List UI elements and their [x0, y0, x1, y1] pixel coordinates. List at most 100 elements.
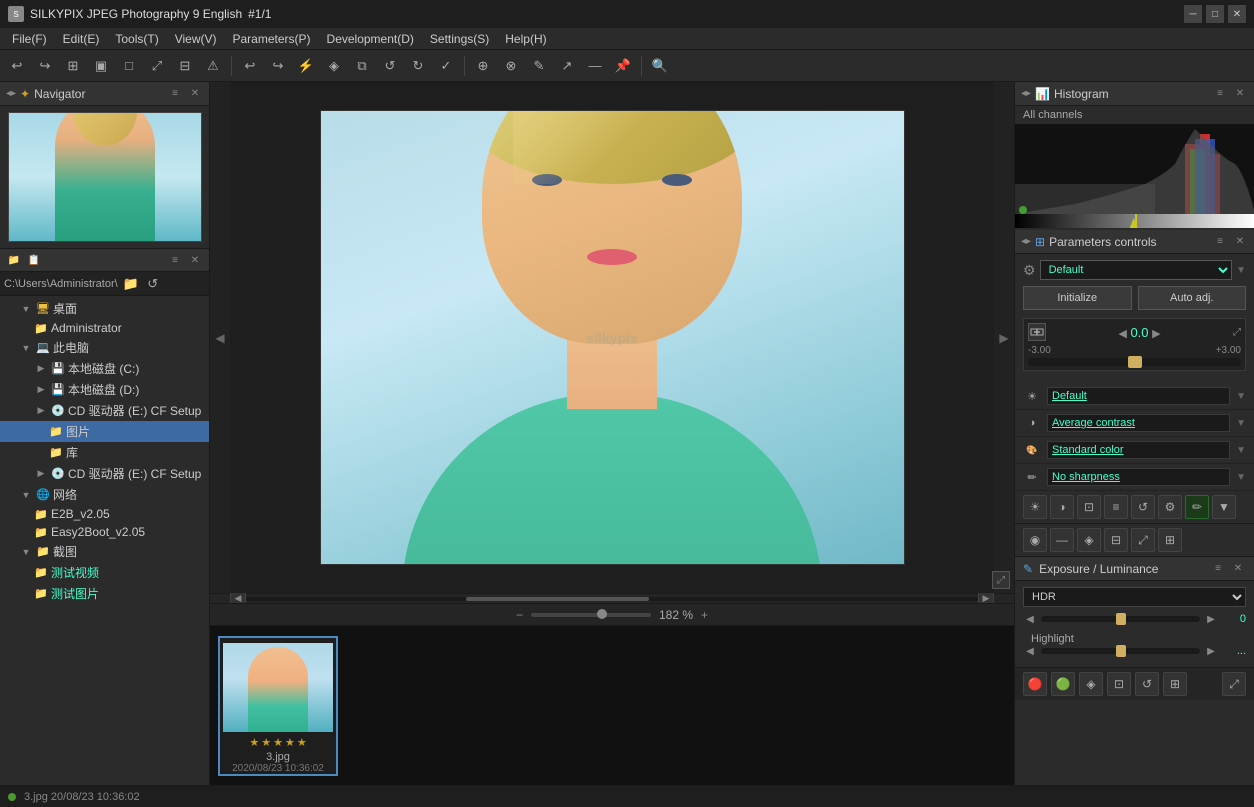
histogram-gradient-slider[interactable] — [1015, 214, 1254, 228]
toolbar-single[interactable]: ▣ — [88, 53, 114, 79]
path-refresh-btn[interactable]: ↺ — [144, 275, 162, 293]
hist-slider-marker[interactable] — [1130, 218, 1138, 228]
tool-btn-9[interactable]: ◉ — [1023, 528, 1047, 552]
toolbar-search[interactable]: 🔍 — [647, 53, 673, 79]
sharpness-select[interactable]: No sharpness — [1047, 468, 1230, 486]
hist-menu-icon[interactable]: ≡ — [1212, 86, 1228, 102]
exposure-menu-icon[interactable]: ≡ — [1210, 561, 1226, 577]
tool-btn-4[interactable]: ≡ — [1104, 495, 1128, 519]
menu-view[interactable]: View(V) — [167, 30, 225, 48]
contrast-select[interactable]: Average contrast — [1047, 414, 1230, 432]
color-tool-3[interactable]: ◈ — [1079, 672, 1103, 696]
toolbar-dash[interactable]: — — [582, 53, 608, 79]
minimize-button[interactable]: ─ — [1184, 5, 1202, 23]
nav-close-icon[interactable]: ✕ — [187, 86, 203, 102]
toolbar-select1[interactable]: ⊕ — [470, 53, 496, 79]
color-tool-1[interactable]: 🔴 — [1023, 672, 1047, 696]
next-image-button[interactable]: ▶ — [994, 82, 1014, 593]
file-menu-icon[interactable]: ≡ — [167, 252, 183, 268]
color-tool-4[interactable]: ⊡ — [1107, 672, 1131, 696]
file-browse-icon[interactable]: 📁 — [6, 252, 22, 268]
tree-item-drive-d[interactable]: ▶ 💾 本地磁盘 (D:) — [0, 379, 209, 400]
ev-right-arrow[interactable]: ▶ — [1152, 328, 1160, 340]
tree-item-library[interactable]: 📁 库 — [0, 442, 209, 463]
tool-btn-13[interactable]: ⤢ — [1131, 528, 1155, 552]
color-select[interactable]: Standard color — [1047, 441, 1230, 459]
ev-slider-track[interactable] — [1028, 358, 1241, 366]
toolbar-edit[interactable]: ✎ — [526, 53, 552, 79]
prev-image-button[interactable]: ◀ — [210, 82, 230, 593]
menu-help[interactable]: Help(H) — [497, 30, 554, 48]
h-scrollbar[interactable]: ◀ ▶ — [210, 593, 1014, 603]
preset-dropdown[interactable]: Default — [1040, 260, 1233, 280]
maximize-button[interactable]: □ — [1206, 5, 1224, 23]
tree-item-screenshots[interactable]: ▼ 📁 截图 — [0, 541, 209, 562]
exposure-close-icon[interactable]: ✕ — [1230, 561, 1246, 577]
nav-menu-icon[interactable]: ≡ — [167, 86, 183, 102]
hist-close-icon[interactable]: ✕ — [1232, 86, 1248, 102]
ev-slider-thumb[interactable] — [1128, 356, 1142, 368]
params-collapse-icon[interactable]: ◂▸ — [1021, 236, 1031, 247]
tool-btn-1[interactable]: ☀ — [1023, 495, 1047, 519]
highlight-right-arrow[interactable]: ▶ — [1204, 646, 1218, 657]
toolbar-fit[interactable]: ⤢ — [144, 53, 170, 79]
tool-btn-14[interactable]: ⊞ — [1158, 528, 1182, 552]
tree-item-drive-e2[interactable]: ▶ 💿 CD 驱动器 (E:) CF Setup — [0, 463, 209, 484]
tree-item-drive-c[interactable]: ▶ 💾 本地磁盘 (C:) — [0, 358, 209, 379]
tree-item-desktop[interactable]: ▼ 🖥 桌面 — [0, 298, 209, 319]
toolbar-batch[interactable]: ◈ — [321, 53, 347, 79]
zoom-slider[interactable] — [531, 613, 651, 617]
tree-item-computer[interactable]: ▼ 💻 此电脑 — [0, 337, 209, 358]
tree-item-test-video[interactable]: 📁 测试视频 — [0, 562, 209, 583]
h-scroll-thumb[interactable] — [466, 597, 649, 601]
zoom-in-btn[interactable]: + — [701, 608, 708, 622]
color-tool-6[interactable]: ⊞ — [1163, 672, 1187, 696]
tool-btn-12[interactable]: ⊟ — [1104, 528, 1128, 552]
file-close-icon[interactable]: ✕ — [187, 252, 203, 268]
tool-btn-7[interactable]: ✏ — [1185, 495, 1209, 519]
toolbar-forward[interactable]: ↪ — [32, 53, 58, 79]
params-close-icon[interactable]: ✕ — [1232, 234, 1248, 250]
h-scroll-track[interactable] — [246, 597, 978, 601]
color-tool-2[interactable]: 🟢 — [1051, 672, 1075, 696]
menu-parameters[interactable]: Parameters(P) — [225, 30, 319, 48]
toolbar-compare[interactable]: □ — [116, 53, 142, 79]
brightness-select[interactable]: Default — [1047, 387, 1230, 405]
tree-item-test-images[interactable]: 📁 测试图片 — [0, 583, 209, 604]
tool-btn-3[interactable]: ⊡ — [1077, 495, 1101, 519]
menu-edit[interactable]: Edit(E) — [55, 30, 108, 48]
params-menu-icon[interactable]: ≡ — [1212, 234, 1228, 250]
toolbar-rotate-l[interactable]: ↺ — [377, 53, 403, 79]
menu-tools[interactable]: Tools(T) — [107, 30, 166, 48]
tool-btn-10[interactable]: — — [1050, 528, 1074, 552]
fit-screen-btn[interactable]: ⤢ — [1222, 672, 1246, 696]
nav-collapse-icon[interactable]: ◂▸ — [6, 88, 16, 99]
tool-btn-8[interactable]: ▼ — [1212, 495, 1236, 519]
toolbar-redo[interactable]: ↪ — [265, 53, 291, 79]
hdr-select[interactable]: HDR — [1023, 587, 1246, 607]
toolbar-back[interactable]: ↩ — [4, 53, 30, 79]
toolbar-warn[interactable]: ⚠ — [200, 53, 226, 79]
highlight-left-arrow[interactable]: ◀ — [1023, 646, 1037, 657]
menu-file[interactable]: File(F) — [4, 30, 55, 48]
ev-left-arrow[interactable]: ◀ — [1118, 328, 1126, 340]
toolbar-check[interactable]: ✓ — [433, 53, 459, 79]
close-button[interactable]: ✕ — [1228, 5, 1246, 23]
tool-btn-5[interactable]: ↺ — [1131, 495, 1155, 519]
color-tool-5[interactable]: ↺ — [1135, 672, 1159, 696]
tree-item-drive-e1[interactable]: ▶ 💿 CD 驱动器 (E:) CF Setup — [0, 400, 209, 421]
toolbar-develop[interactable]: ⚡ — [293, 53, 319, 79]
hdr-left-arrow[interactable]: ◀ — [1023, 614, 1037, 625]
zoom-thumb[interactable] — [597, 609, 607, 619]
hist-collapse-icon[interactable]: ◂▸ — [1021, 88, 1031, 99]
file-tree[interactable]: ▼ 🖥 桌面 📁 Administrator ▼ 💻 此电脑 ▶ 💾 — [0, 296, 209, 785]
fullscreen-button[interactable]: ⤢ — [992, 571, 1010, 589]
highlight-slider-track[interactable] — [1041, 648, 1200, 654]
toolbar-pin[interactable]: 📌 — [610, 53, 636, 79]
toolbar-undo[interactable]: ↩ — [237, 53, 263, 79]
tool-btn-11[interactable]: ◈ — [1077, 528, 1101, 552]
zoom-out-btn[interactable]: − — [516, 608, 523, 622]
gear-icon[interactable]: ⚙ — [1023, 262, 1036, 279]
toolbar-copy[interactable]: ⧉ — [349, 53, 375, 79]
ev-expand-icon[interactable]: ⤢ — [1233, 327, 1241, 338]
